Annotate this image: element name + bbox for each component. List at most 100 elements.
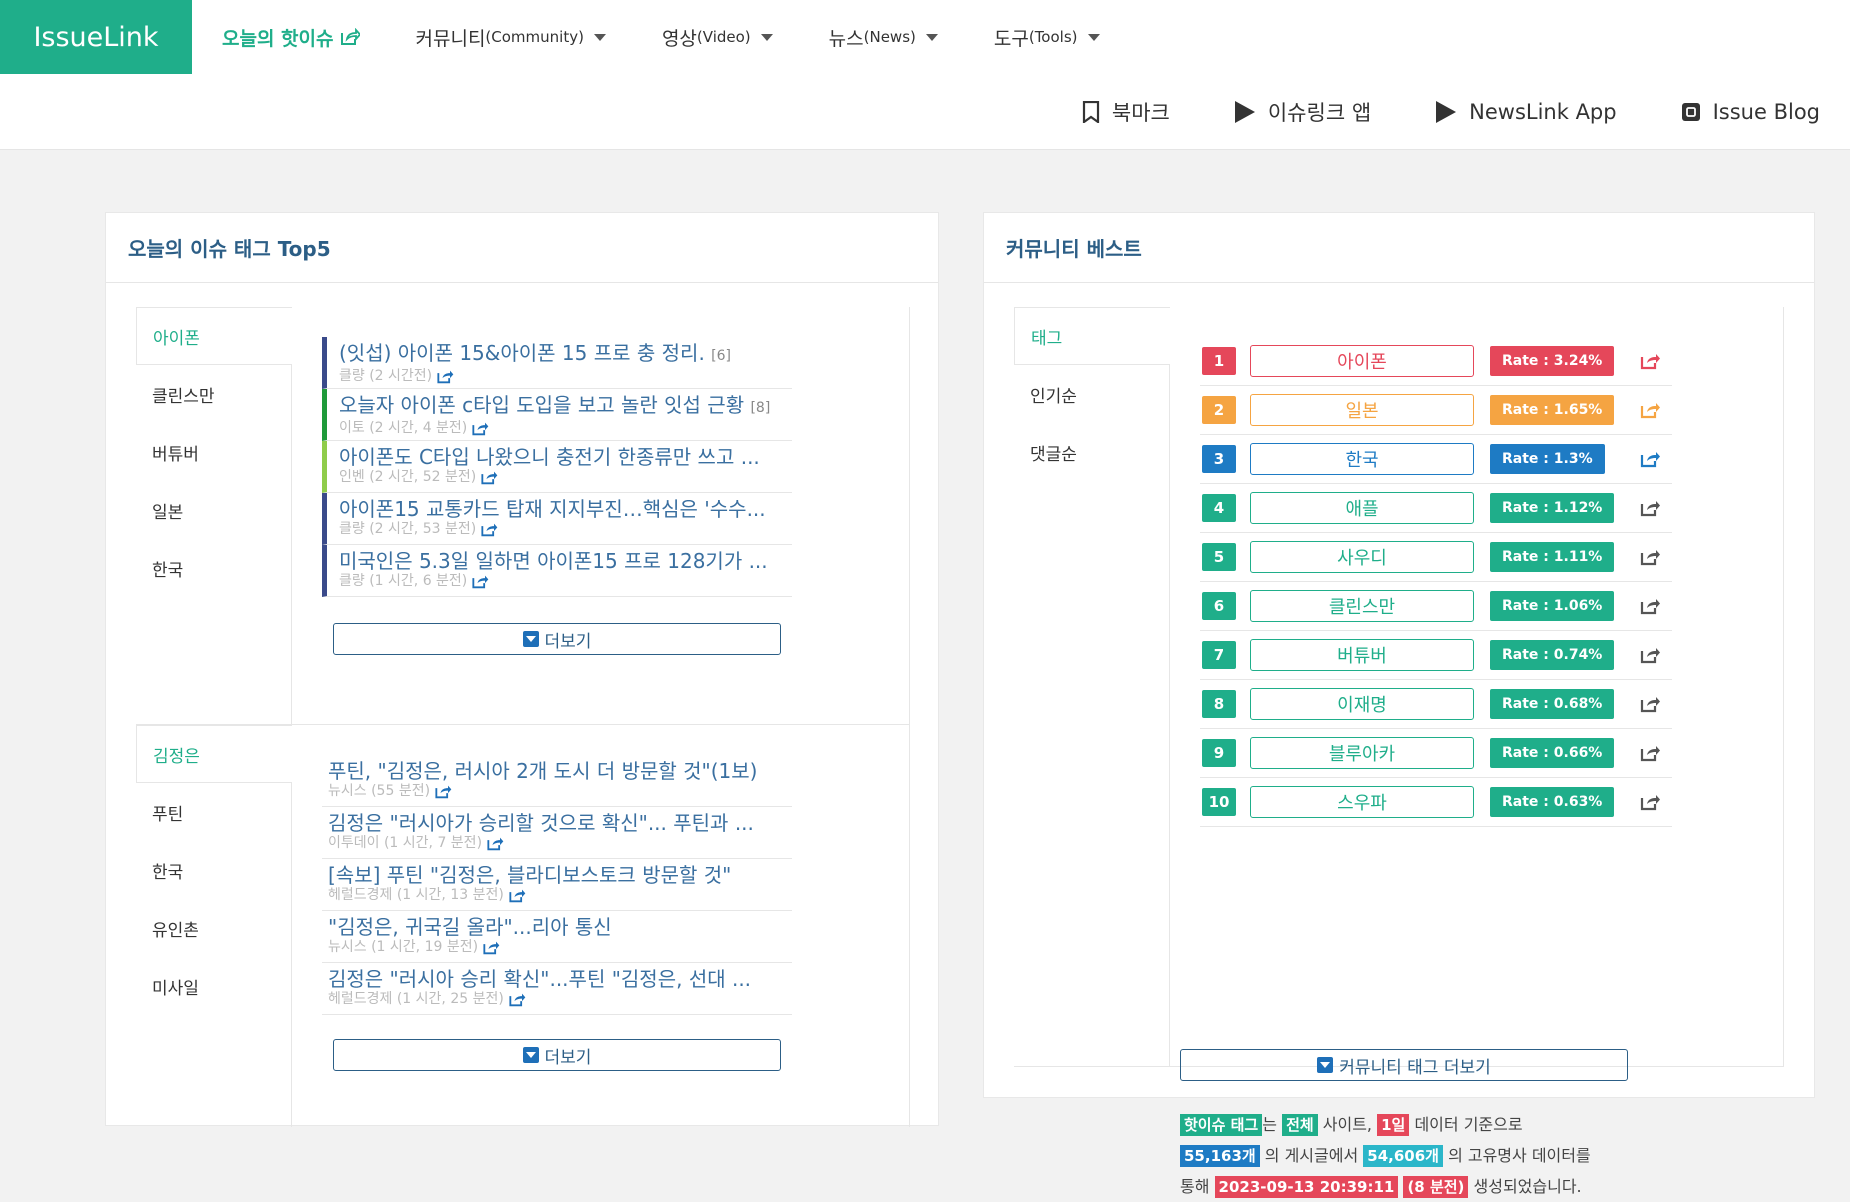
- rank-row: 10 스우파 Rate : 0.63%: [1200, 778, 1672, 827]
- share-icon[interactable]: [1640, 401, 1660, 419]
- article-title[interactable]: 김정은 "러시아 승리 확신"...푸틴 "김정은, 선대 ...: [328, 967, 751, 991]
- article-title[interactable]: 아이폰15 교통카드 탑재 지지부진…핵심은 '수수...: [339, 497, 766, 521]
- brand-logo[interactable]: IssueLink: [0, 0, 192, 74]
- play-store-icon: [1436, 101, 1457, 123]
- divider: [291, 365, 292, 724]
- rate-badge: Rate : 0.74%: [1490, 640, 1615, 670]
- nav-tools[interactable]: 도구 (Tools): [994, 24, 1100, 51]
- rank-tag-button[interactable]: 일본: [1250, 394, 1474, 426]
- share-icon[interactable]: [1640, 450, 1660, 468]
- share-icon[interactable]: [508, 888, 526, 903]
- article-title[interactable]: "김정은, 귀국길 올라"...리아 통신: [328, 915, 612, 939]
- tag-item[interactable]: 푸틴: [136, 783, 292, 841]
- article-list: (잇섭) 아이폰 15&아이폰 15 프로 충 정리. [6] 클량 (2 시간…: [322, 337, 792, 597]
- share-icon[interactable]: [1640, 499, 1660, 517]
- share-icon[interactable]: [471, 421, 489, 436]
- nav-hot-issue[interactable]: 오늘의 핫이슈: [222, 24, 360, 51]
- rank-row: 8 이재명 Rate : 0.68%: [1200, 680, 1672, 729]
- rank-tag-button[interactable]: 한국: [1250, 443, 1474, 475]
- rank-list: 1 아이폰 Rate : 3.24% 2 일본 Rate : 1.65% 3 한국 Rate :…: [1200, 337, 1672, 827]
- sublink-label: 이슈링크 앱: [1267, 101, 1372, 125]
- list-item[interactable]: [속보] 푸틴 "김정은, 블라디보스토크 방문할 것" 헤럴드경제 (1 시간…: [322, 859, 792, 911]
- article-meta: 클량 (2 시간전): [339, 368, 433, 384]
- tag-item[interactable]: 한국: [136, 841, 292, 899]
- share-icon[interactable]: [1640, 744, 1660, 762]
- tag-item[interactable]: 한국: [136, 539, 292, 597]
- tag-item[interactable]: 미사일: [136, 957, 292, 1015]
- tab-popular[interactable]: 인기순: [1014, 365, 1170, 423]
- share-icon[interactable]: [1640, 597, 1660, 615]
- article-title[interactable]: 푸틴, "김정은, 러시아 2개 도시 더 방문할 것"(1보): [328, 759, 757, 783]
- article-title[interactable]: 아이폰도 C타입 나왔으니 충전기 한종류만 쓰고 ...: [339, 445, 760, 469]
- nav-video[interactable]: 영상 (Video): [662, 24, 773, 51]
- panel-title: 오늘의 이슈 태그 Top5: [106, 213, 938, 283]
- share-icon[interactable]: [434, 784, 452, 799]
- share-icon[interactable]: [480, 522, 498, 537]
- main-nav: 오늘의 핫이슈 커뮤니티 (Community) 영상 (Video) 뉴스 (New…: [192, 0, 1126, 74]
- list-item[interactable]: "김정은, 귀국길 올라"...리아 통신 뉴시스 (1 시간, 19 분전): [322, 911, 792, 963]
- newslink-app-link[interactable]: NewsLink App: [1435, 100, 1617, 124]
- share-icon[interactable]: [508, 992, 526, 1007]
- issue-tags-panel: 오늘의 이슈 태그 Top5 아이폰 클린스만 버튜버 일본 한국 (잇섭) 아…: [105, 212, 939, 1127]
- nav-community[interactable]: 커뮤니티 (Community): [416, 24, 606, 51]
- tab-tag[interactable]: 태그: [1014, 307, 1170, 365]
- list-item[interactable]: 아이폰15 교통카드 탑재 지지부진…핵심은 '수수... 클량 (2 시간, …: [322, 493, 792, 545]
- bookmark-link[interactable]: 북마크: [1082, 97, 1170, 127]
- rank-tag-button[interactable]: 스우파: [1250, 786, 1474, 818]
- rank-tag-button[interactable]: 아이폰: [1250, 345, 1474, 377]
- tab-comments[interactable]: 댓글순: [1014, 423, 1170, 481]
- more-community-tags-button[interactable]: 커뮤니티 태그 더보기: [1180, 1049, 1628, 1081]
- more-button[interactable]: 더보기: [333, 1039, 781, 1071]
- rank-tag-button[interactable]: 애플: [1250, 492, 1474, 524]
- info-text-part: 는: [1262, 1115, 1277, 1134]
- share-icon[interactable]: [1640, 646, 1660, 664]
- rank-tag-button[interactable]: 클린스만: [1250, 590, 1474, 622]
- tag-item[interactable]: 클린스만: [136, 365, 292, 423]
- rate-badge: Rate : 1.3%: [1490, 444, 1605, 474]
- more-label: 더보기: [544, 631, 592, 652]
- posts-count-badge: 55,163개: [1180, 1145, 1260, 1167]
- tag-item[interactable]: 버튜버: [136, 423, 292, 481]
- share-icon[interactable]: [436, 369, 454, 384]
- share-icon[interactable]: [486, 836, 504, 851]
- rate-badge: Rate : 1.11%: [1490, 542, 1615, 572]
- issue-blog-link[interactable]: Issue Blog: [1681, 100, 1820, 124]
- rank-tag-button[interactable]: 버튜버: [1250, 639, 1474, 671]
- tag-item[interactable]: 김정은: [136, 725, 292, 783]
- nav-sub-label: (Tools): [1028, 28, 1078, 46]
- share-icon[interactable]: [1640, 548, 1660, 566]
- list-item[interactable]: 김정은 "러시아 승리 확신"...푸틴 "김정은, 선대 ... 헤럴드경제 …: [322, 963, 792, 1015]
- tag-item[interactable]: 유인촌: [136, 899, 292, 957]
- tag-item[interactable]: 아이폰: [136, 307, 292, 365]
- rank-tag-button[interactable]: 블루아카: [1250, 737, 1474, 769]
- more-button[interactable]: 더보기: [333, 623, 781, 655]
- share-icon[interactable]: [480, 470, 498, 485]
- rank-tag-button[interactable]: 이재명: [1250, 688, 1474, 720]
- share-icon[interactable]: [482, 940, 500, 955]
- article-title[interactable]: 오늘자 아이폰 c타입 도입을 보고 놀란 잇섭 근황: [339, 393, 744, 417]
- list-item[interactable]: 김정은 "러시아가 승리할 것으로 확신"... 푸틴과 ... 이투데이 (1…: [322, 807, 792, 859]
- article-title[interactable]: 미국인은 5.3일 일하면 아이폰15 프로 128기가 ...: [339, 549, 768, 573]
- issuelink-app-link[interactable]: 이슈링크 앱: [1234, 97, 1371, 127]
- article-title[interactable]: (잇섭) 아이폰 15&아이폰 15 프로 충 정리.: [339, 341, 705, 365]
- share-icon[interactable]: [1640, 352, 1660, 370]
- all-badge: 전체: [1282, 1114, 1318, 1136]
- divider: [291, 783, 292, 1127]
- share-icon[interactable]: [471, 574, 489, 589]
- nav-news[interactable]: 뉴스 (News): [829, 24, 938, 51]
- list-item[interactable]: 오늘자 아이폰 c타입 도입을 보고 놀란 잇섭 근황 [8] 이토 (2 시간…: [322, 389, 792, 441]
- article-title[interactable]: 김정은 "러시아가 승리할 것으로 확신"... 푸틴과 ...: [328, 811, 754, 835]
- list-item[interactable]: (잇섭) 아이폰 15&아이폰 15 프로 충 정리. [6] 클량 (2 시간…: [322, 337, 792, 389]
- share-icon[interactable]: [1640, 695, 1660, 713]
- comment-count: [6]: [711, 348, 732, 364]
- list-item[interactable]: 푸틴, "김정은, 러시아 2개 도시 더 방문할 것"(1보) 뉴시스 (55…: [322, 755, 792, 807]
- share-icon[interactable]: [1640, 793, 1660, 811]
- rank-tag-button[interactable]: 사우디: [1250, 541, 1474, 573]
- article-title[interactable]: [속보] 푸틴 "김정은, 블라디보스토크 방문할 것": [328, 863, 731, 887]
- day-badge: 1일: [1377, 1114, 1410, 1136]
- more-label: 더보기: [544, 1047, 592, 1068]
- list-item[interactable]: 미국인은 5.3일 일하면 아이폰15 프로 128기가 ... 클량 (1 시…: [322, 545, 792, 597]
- article-list: 푸틴, "김정은, 러시아 2개 도시 더 방문할 것"(1보) 뉴시스 (55…: [322, 755, 792, 1015]
- tag-item[interactable]: 일본: [136, 481, 292, 539]
- list-item[interactable]: 아이폰도 C타입 나왔으니 충전기 한종류만 쓰고 ... 인벤 (2 시간, …: [322, 441, 792, 493]
